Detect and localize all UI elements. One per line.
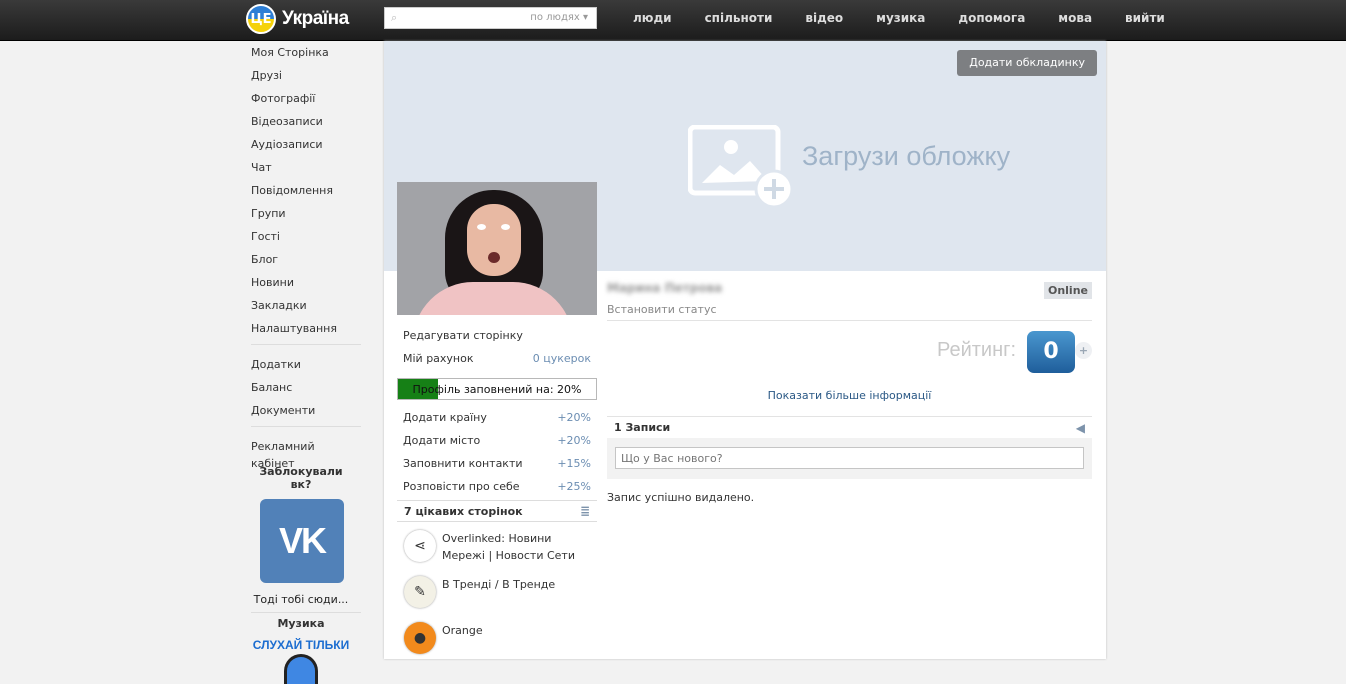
page-name: Overlinked: Новини Мережі | Новости Сети	[442, 532, 575, 562]
blocked-caption: Заблокували вк?	[259, 465, 343, 491]
upload-image-icon	[688, 125, 794, 209]
logo-text: Україна	[282, 8, 349, 29]
interesting-pages-header: 7 цікавих сторінок ≣	[397, 500, 597, 522]
rating-plus-button[interactable]: +	[1075, 342, 1092, 359]
sidebar-divider	[251, 426, 361, 427]
nav-link[interactable]: відео	[805, 11, 843, 25]
pages-title: 7 цікавих сторінок	[404, 504, 523, 518]
site-logo[interactable]: ЦЕ Україна	[246, 4, 349, 34]
task-label: Розповісти про себе	[403, 480, 520, 493]
task-value: +20%	[557, 411, 591, 424]
task-value: +15%	[557, 457, 591, 470]
task-value: +20%	[557, 434, 591, 447]
divider	[607, 320, 1092, 321]
interesting-page-item[interactable]: ⋖ Overlinked: Новини Мережі | Новости Сет…	[397, 530, 597, 568]
interesting-page-item[interactable]: ✎ В Тренді / В Тренде	[397, 576, 597, 614]
progress-text: Профіль заповнений на: 20%	[412, 383, 582, 396]
page-avatar-icon: ●	[404, 622, 436, 654]
posts-title: 1 Записи	[614, 421, 671, 434]
task-value: +25%	[557, 480, 591, 493]
nav-link[interactable]: вийти	[1125, 11, 1165, 25]
sidebar-item[interactable]: Друзі	[251, 67, 361, 90]
list-icon[interactable]: ≣	[580, 504, 590, 518]
music-caption: Музика	[277, 617, 325, 630]
search-input[interactable]	[405, 10, 525, 26]
profile-task-row[interactable]: Додати країну +20%	[397, 406, 597, 429]
sidebar-item[interactable]: Фотографії	[251, 90, 361, 113]
sidebar-item[interactable]: Повідомлення	[251, 182, 361, 205]
post-composer	[607, 438, 1092, 479]
set-status-link[interactable]: Встановити статус	[607, 303, 717, 316]
nav-link[interactable]: допомога	[958, 11, 1025, 25]
add-cover-button[interactable]: Додати обкладинку	[957, 50, 1097, 76]
search-scope-dropdown[interactable]: по людях ▾	[530, 12, 588, 23]
nav-link[interactable]: мова	[1058, 11, 1092, 25]
nav-link[interactable]: музика	[876, 11, 925, 25]
sidebar-item[interactable]: Новини	[251, 274, 361, 297]
show-more-info-link[interactable]: Показати більше інформації	[607, 389, 1092, 402]
online-badge: Online	[1043, 282, 1092, 299]
sidebar-divider	[251, 344, 361, 345]
top-nav: люди спільноти відео музика допомога мова вийт…	[622, 11, 1187, 25]
profile-task-row[interactable]: Заповнити контакти +15%	[397, 452, 597, 475]
sidebar-item[interactable]: Закладки	[251, 297, 361, 320]
rating-label: Рейтинг:	[937, 339, 1016, 361]
sidebar-item[interactable]: Групи	[251, 205, 361, 228]
new-post-input[interactable]	[615, 447, 1084, 469]
page-avatar-icon: ✎	[404, 576, 436, 608]
rating-value: 0	[1027, 331, 1075, 373]
profile-left-column: Редагувати сторінку Мій рахунок 0 цукеро…	[397, 324, 597, 660]
page-name: В Тренді / В Тренде	[442, 578, 556, 591]
profile-progress-bar: Профіль заповнений на: 20%	[397, 378, 597, 400]
megaphone-icon[interactable]: ◀	[1076, 421, 1085, 435]
vk-caption-link[interactable]: Тоді тобі сюди...	[251, 593, 351, 606]
sidebar-item[interactable]: Чат	[251, 159, 361, 182]
account-label: Мій рахунок	[403, 352, 474, 365]
search-box: ⌕ по людях ▾	[384, 7, 597, 29]
sidebar-item[interactable]: Налаштування	[251, 320, 361, 343]
interesting-page-item[interactable]: ● Orange	[397, 622, 597, 660]
sidebar-item[interactable]: Аудіозаписи	[251, 136, 361, 159]
page-avatar-icon: ⋖	[404, 530, 436, 562]
nav-link[interactable]: спільноти	[705, 11, 773, 25]
task-label: Заповнити контакти	[403, 457, 523, 470]
posts-header: 1 Записи ◀	[607, 416, 1092, 438]
sidebar: Моя Сторінка Друзі Фотографії Відеозаписи Ау…	[251, 44, 361, 684]
sidebar-item[interactable]: Рекламний кабінет	[251, 438, 361, 470]
sidebar-item[interactable]: Гості	[251, 228, 361, 251]
logo-badge: ЦЕ	[246, 4, 276, 34]
profile-main: Додати обкладинку Загрузи обложку Редагу…	[384, 41, 1106, 659]
vk-logo-icon[interactable]: VK	[260, 499, 344, 583]
music-logo[interactable]: СЛУХАЙ ТІЛЬКИ	[251, 638, 351, 652]
cover-upload-text: Загрузи обложку	[802, 141, 1011, 171]
profile-avatar[interactable]	[397, 182, 597, 315]
sidebar-item[interactable]: Моя Сторінка	[251, 44, 361, 67]
sidebar-item[interactable]: Баланс	[251, 379, 361, 402]
sidebar-divider	[251, 612, 361, 613]
account-value: 0 цукерок	[532, 352, 591, 365]
task-label: Додати місто	[403, 434, 481, 447]
page-name: Orange	[442, 624, 483, 637]
search-icon: ⌕	[391, 11, 398, 24]
sidebar-item[interactable]: Документи	[251, 402, 361, 425]
profile-task-row[interactable]: Додати місто +20%	[397, 429, 597, 452]
nav-link[interactable]: люди	[633, 11, 672, 25]
task-label: Додати країну	[403, 411, 487, 424]
sidebar-item[interactable]: Блог	[251, 251, 361, 274]
sidebar-item[interactable]: Відеозаписи	[251, 113, 361, 136]
profile-task-row[interactable]: Розповісти про себе +25%	[397, 475, 597, 498]
top-bar: ЦЕ Україна ⌕ по людях ▾ люди спільноти від…	[0, 0, 1346, 41]
post-deleted-message: Запис успішно видалено.	[607, 491, 755, 504]
sidebar-item[interactable]: Додатки	[251, 356, 361, 379]
account-row[interactable]: Мій рахунок 0 цукерок	[397, 347, 597, 370]
user-name: Марина Петрова	[607, 281, 723, 295]
edit-page-link[interactable]: Редагувати сторінку	[397, 324, 597, 347]
